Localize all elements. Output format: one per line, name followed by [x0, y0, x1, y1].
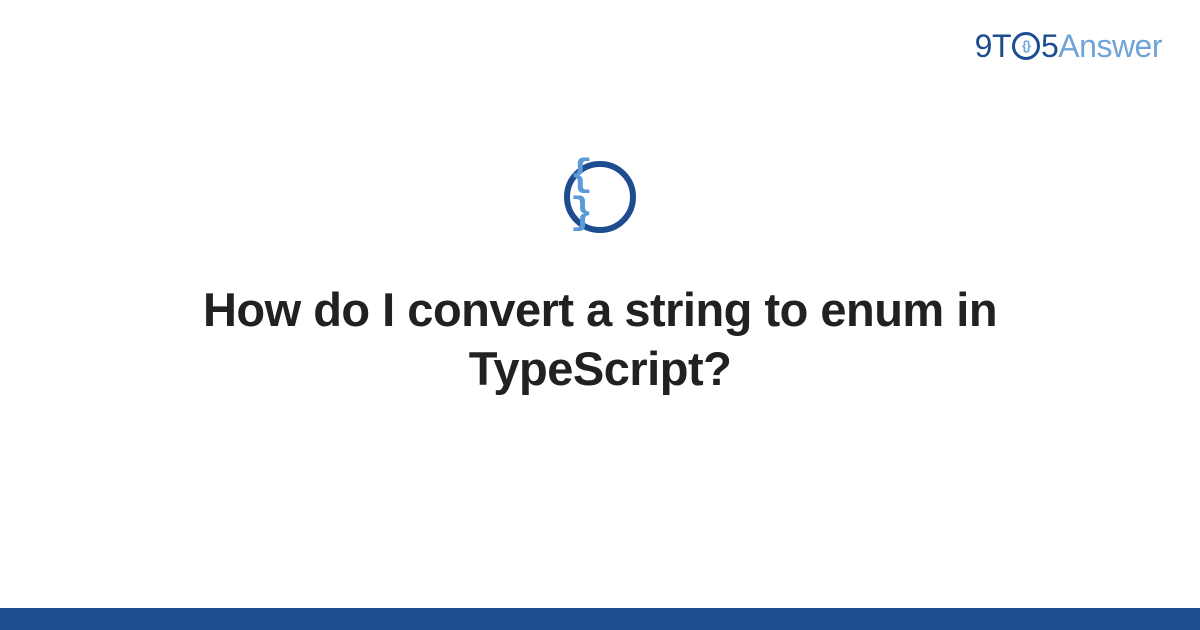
question-title: How do I convert a string to enum in Typ… — [100, 281, 1100, 399]
footer-accent-bar — [0, 608, 1200, 630]
main-content: { } How do I convert a string to enum in… — [0, 0, 1200, 630]
code-braces-icon: { } — [564, 161, 636, 233]
brace-glyph: { } — [570, 157, 630, 233]
